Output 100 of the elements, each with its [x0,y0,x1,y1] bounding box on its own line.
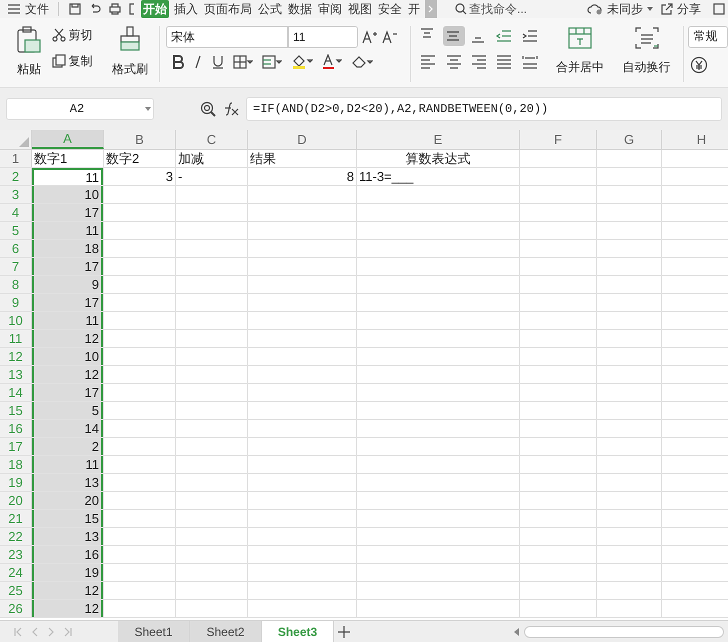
row-header[interactable]: 23 [0,546,32,563]
wrap-text-button[interactable]: 自动换行 [622,58,671,76]
increase-font-icon[interactable] [362,30,378,44]
decrease-font-icon[interactable] [382,30,398,44]
row-header[interactable]: 15 [0,402,32,419]
font-field[interactable]: 宋体 [166,26,288,48]
table-cell: 12 [32,582,103,599]
row-header[interactable]: 13 [0,366,32,383]
scroll-bar[interactable] [524,626,724,638]
wrap-text-icon[interactable] [634,26,660,50]
save-icon[interactable] [69,3,81,15]
column-header[interactable]: D [248,130,357,149]
font-color-icon[interactable] [322,54,342,70]
menu-tab[interactable]: 开 [407,0,421,18]
row-header[interactable]: 19 [0,474,32,491]
column-header[interactable]: F [520,130,597,149]
sync-status[interactable]: 未同步 [607,0,643,18]
row-header[interactable]: 18 [0,456,32,473]
row-header[interactable]: 25 [0,582,32,599]
menu-tab[interactable]: 审阅 [317,0,343,18]
align-middle-icon[interactable] [442,26,465,46]
format-painter-button[interactable]: 格式刷 [112,60,148,78]
eraser-icon[interactable] [350,55,373,69]
print-icon[interactable] [109,3,121,15]
column-header[interactable]: C [176,130,248,149]
row-header[interactable]: 8 [0,276,32,293]
scroll-left-icon[interactable] [514,628,520,636]
table-cell-text: 数字2 [105,150,140,167]
table-cell-text: 3 [164,168,174,185]
underline-icon[interactable] [212,55,224,69]
undo-icon[interactable] [89,3,101,15]
caret-icon[interactable] [145,107,151,111]
column-header[interactable]: E [357,130,520,149]
column-header[interactable]: G [597,130,662,149]
row-header[interactable]: 14 [0,384,32,401]
brush-icon[interactable] [119,26,142,52]
row-header[interactable]: 4 [0,204,32,221]
font-size-field[interactable]: 11 [288,26,358,48]
zoom-icon[interactable] [200,101,216,117]
search-field[interactable]: 查找命令... [469,0,549,18]
function-icon[interactable] [222,101,240,117]
fill-color-icon[interactable] [290,54,313,70]
row-header[interactable]: 20 [0,492,32,509]
row-header[interactable]: 26 [0,600,32,617]
row-header[interactable]: 11 [0,330,32,347]
row-header[interactable]: 9 [0,294,32,311]
bold-icon[interactable] [172,55,184,69]
row-header[interactable]: 6 [0,240,32,257]
menu-tab[interactable]: 插入 [173,0,199,18]
row-header[interactable]: 24 [0,564,32,581]
row-header[interactable]: 22 [0,528,32,545]
row-header[interactable]: 1 [0,150,32,167]
name-box[interactable]: A2 [6,98,154,120]
panel-icon[interactable] [713,3,725,15]
menu-icon[interactable] [8,4,20,14]
caret-icon[interactable] [647,7,653,11]
currency-icon[interactable] [690,56,708,74]
sheet-tab[interactable]: Sheet3 [262,620,334,642]
row-header[interactable]: 3 [0,186,32,203]
menu-tab[interactable]: 视图 [347,0,373,18]
scissors-icon[interactable] [52,28,66,42]
conditional-format-icon[interactable] [262,55,282,69]
row-header[interactable]: 16 [0,420,32,437]
table-cell: 10 [32,186,103,203]
sheet-tab[interactable]: Sheet2 [190,620,262,642]
borders-icon[interactable] [232,55,253,69]
row-header[interactable]: 12 [0,348,32,365]
column-header[interactable]: H [662,130,728,149]
cloud-icon[interactable] [587,3,603,15]
share-icon[interactable] [661,3,673,15]
sheet-tab[interactable]: Sheet1 [118,620,190,642]
number-format-field[interactable]: 常规 [688,26,728,48]
italic-icon[interactable] [192,55,203,69]
row-header[interactable]: 5 [0,222,32,239]
row-header[interactable]: 7 [0,258,32,275]
formula-field[interactable]: =IF(AND(D2>0,D2<20),A2,RANDBETWEEN(0,20)) [246,97,722,121]
merge-center-button[interactable]: 合并居中 [556,58,604,76]
clipboard-icon[interactable] [16,26,42,54]
paste-button[interactable]: 粘贴 [16,60,41,78]
search-icon[interactable] [455,3,467,15]
cut-button[interactable]: 剪切 [68,26,93,44]
menu-tab[interactable]: 公式 [257,0,283,18]
row-header[interactable]: 21 [0,510,32,527]
copy-icon[interactable] [52,54,66,68]
menu-tab[interactable]: 文件 [24,0,50,18]
merge-cells-icon[interactable] [567,26,594,50]
share-button[interactable]: 分享 [677,0,701,18]
menu-tab[interactable]: 数据 [287,0,313,18]
row-header[interactable]: 2 [0,168,32,185]
menu-tab[interactable]: 开始 [141,0,169,18]
table-cell-text: 加减 [177,150,205,167]
table-cell: 2 [32,438,103,455]
table-cell: 9 [32,276,103,293]
copy-button[interactable]: 复制 [68,52,93,70]
add-sheet-icon[interactable] [338,626,350,638]
row-header[interactable]: 17 [0,438,32,455]
menu-tab[interactable]: 安全 [377,0,403,18]
column-header[interactable]: B [104,130,176,149]
menu-tab[interactable]: 页面布局 [203,0,253,18]
row-header[interactable]: 10 [0,312,32,329]
